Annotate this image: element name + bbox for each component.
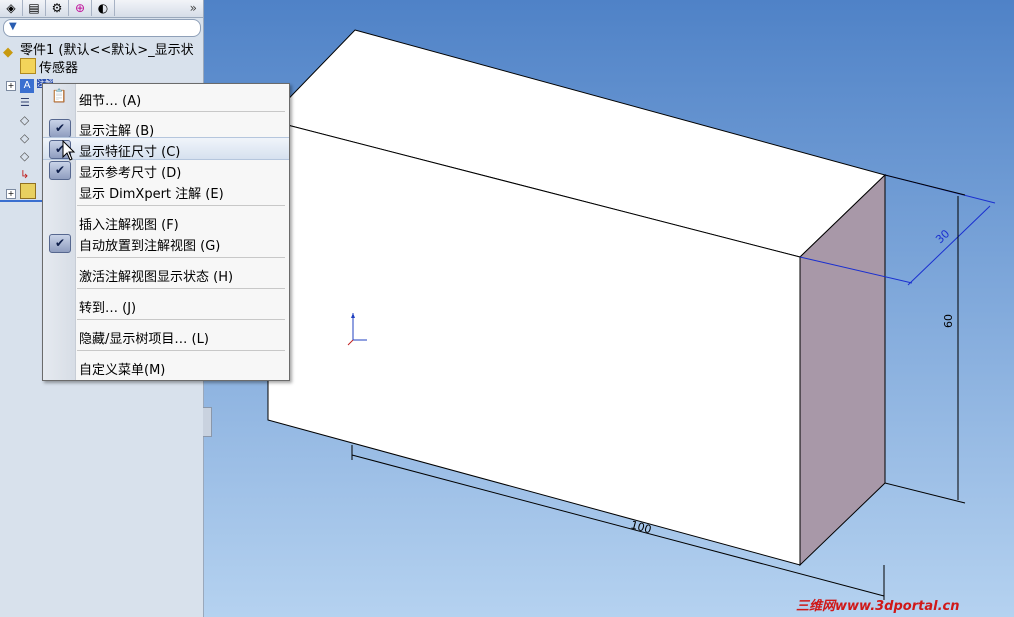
menu-item-show-reference-dimensions[interactable]: ✔ 显示参考尺寸 (D)	[43, 159, 289, 181]
filter-icon: ▼	[9, 21, 17, 32]
plane-icon: ◇	[20, 113, 30, 127]
annotations-context-menu: 📋 细节… (A) ✔ 显示注解 (B) ✔ 显示特征尺寸 (C) ✔ 显示参考…	[42, 83, 290, 381]
menu-separator	[77, 319, 285, 320]
tree-filter-input[interactable]: ▼	[3, 19, 201, 37]
checkmark-icon: ✔	[49, 234, 71, 253]
tree-item-plane-front[interactable]: ◇	[20, 111, 37, 127]
menu-item-label: 显示 DimXpert 注解 (E)	[79, 187, 224, 202]
menu-item-insert-annotation-view[interactable]: 插入注解视图 (F)	[43, 211, 289, 233]
mouse-pointer-icon	[62, 140, 76, 161]
menu-item-show-dimxpert-annotations[interactable]: 显示 DimXpert 注解 (E)	[43, 180, 289, 202]
menu-separator	[77, 350, 285, 351]
tree-item-plane-right[interactable]: ◇	[20, 147, 37, 163]
menu-item-label: 显示参考尺寸 (D)	[79, 166, 182, 181]
height-dimension-value[interactable]: 60	[942, 314, 955, 328]
checkmark-icon: ✔	[49, 119, 71, 138]
menu-item-customize-menu[interactable]: 自定义菜单(M)	[43, 356, 289, 378]
menu-item-activate-annotation-view-display-state[interactable]: 激活注解视图显示状态 (H)	[43, 263, 289, 285]
manager-tabstrip: ◈ ▤ ⚙ ⊕ ◐ »	[0, 0, 203, 18]
checkmark-icon: ✔	[49, 161, 71, 180]
tree-root-label: 零件1 (默认<<默认>_显示状	[20, 43, 194, 58]
feature-manager-icon[interactable]: ◈	[0, 0, 23, 16]
tree-item-sensors-label: 传感器	[39, 61, 79, 76]
menu-separator	[77, 257, 285, 258]
menu-item-label: 细节… (A)	[79, 94, 142, 109]
tree-item-extrude[interactable]	[20, 183, 39, 201]
property-manager-icon[interactable]: ▤	[23, 0, 46, 16]
expand-extrude-icon[interactable]: +	[6, 189, 16, 199]
menu-item-details[interactable]: 📋 细节… (A)	[43, 87, 289, 109]
menu-item-hide-show-tree-items[interactable]: 隐藏/显示树项目… (L)	[43, 325, 289, 347]
plane-icon: ◇	[20, 149, 30, 163]
tree-item-sensors[interactable]: 传感器	[20, 57, 78, 76]
extrude-feature-icon	[20, 183, 36, 199]
expand-annotations-icon[interactable]: +	[6, 81, 16, 91]
plane-icon: ◇	[20, 131, 30, 145]
menu-item-go-to[interactable]: 转到… (J)	[43, 294, 289, 316]
tree-item-material[interactable]: ☰	[20, 93, 37, 110]
sensor-folder-icon	[20, 58, 36, 74]
menu-item-auto-place-annotation-view[interactable]: ✔ 自动放置到注解视图 (G)	[43, 232, 289, 254]
part-icon: ◆	[3, 45, 13, 60]
tree-item-plane-top[interactable]: ◇	[20, 129, 37, 145]
menu-item-label: 插入注解视图 (F)	[79, 218, 179, 233]
menu-item-show-annotations[interactable]: ✔ 显示注解 (B)	[43, 117, 289, 139]
origin-icon: ↳	[20, 168, 30, 181]
menu-item-label: 隐藏/显示树项目… (L)	[79, 332, 209, 347]
menu-item-label: 转到… (J)	[79, 301, 137, 316]
menu-separator	[77, 111, 285, 112]
material-icon: ☰	[20, 96, 30, 109]
tree-root-part[interactable]: ◆ 零件1 (默认<<默认>_显示状	[3, 39, 194, 60]
tree-item-origin[interactable]: ↳	[20, 165, 37, 182]
properties-icon: 📋	[51, 89, 68, 104]
annotations-icon: A	[20, 79, 34, 93]
menu-item-show-feature-dimensions[interactable]: ✔ 显示特征尺寸 (C)	[43, 137, 289, 160]
menu-item-label: 激活注解视图显示状态 (H)	[79, 270, 234, 285]
dimxpert-icon[interactable]: ⊕	[69, 0, 92, 16]
menu-separator	[77, 288, 285, 289]
menu-separator	[77, 205, 285, 206]
menu-item-label: 显示特征尺寸 (C)	[79, 145, 181, 160]
configuration-manager-icon[interactable]: ⚙	[46, 0, 69, 16]
display-manager-icon[interactable]: ◐	[92, 0, 115, 16]
watermark: 三维网www.3dportal.cn	[796, 599, 960, 614]
menu-item-label: 自动放置到注解视图 (G)	[79, 239, 221, 254]
menu-item-label: 自定义菜单(M)	[79, 363, 166, 378]
more-tabs-chevron-icon[interactable]: »	[190, 0, 197, 16]
panel-splitter-handle[interactable]	[203, 407, 212, 437]
